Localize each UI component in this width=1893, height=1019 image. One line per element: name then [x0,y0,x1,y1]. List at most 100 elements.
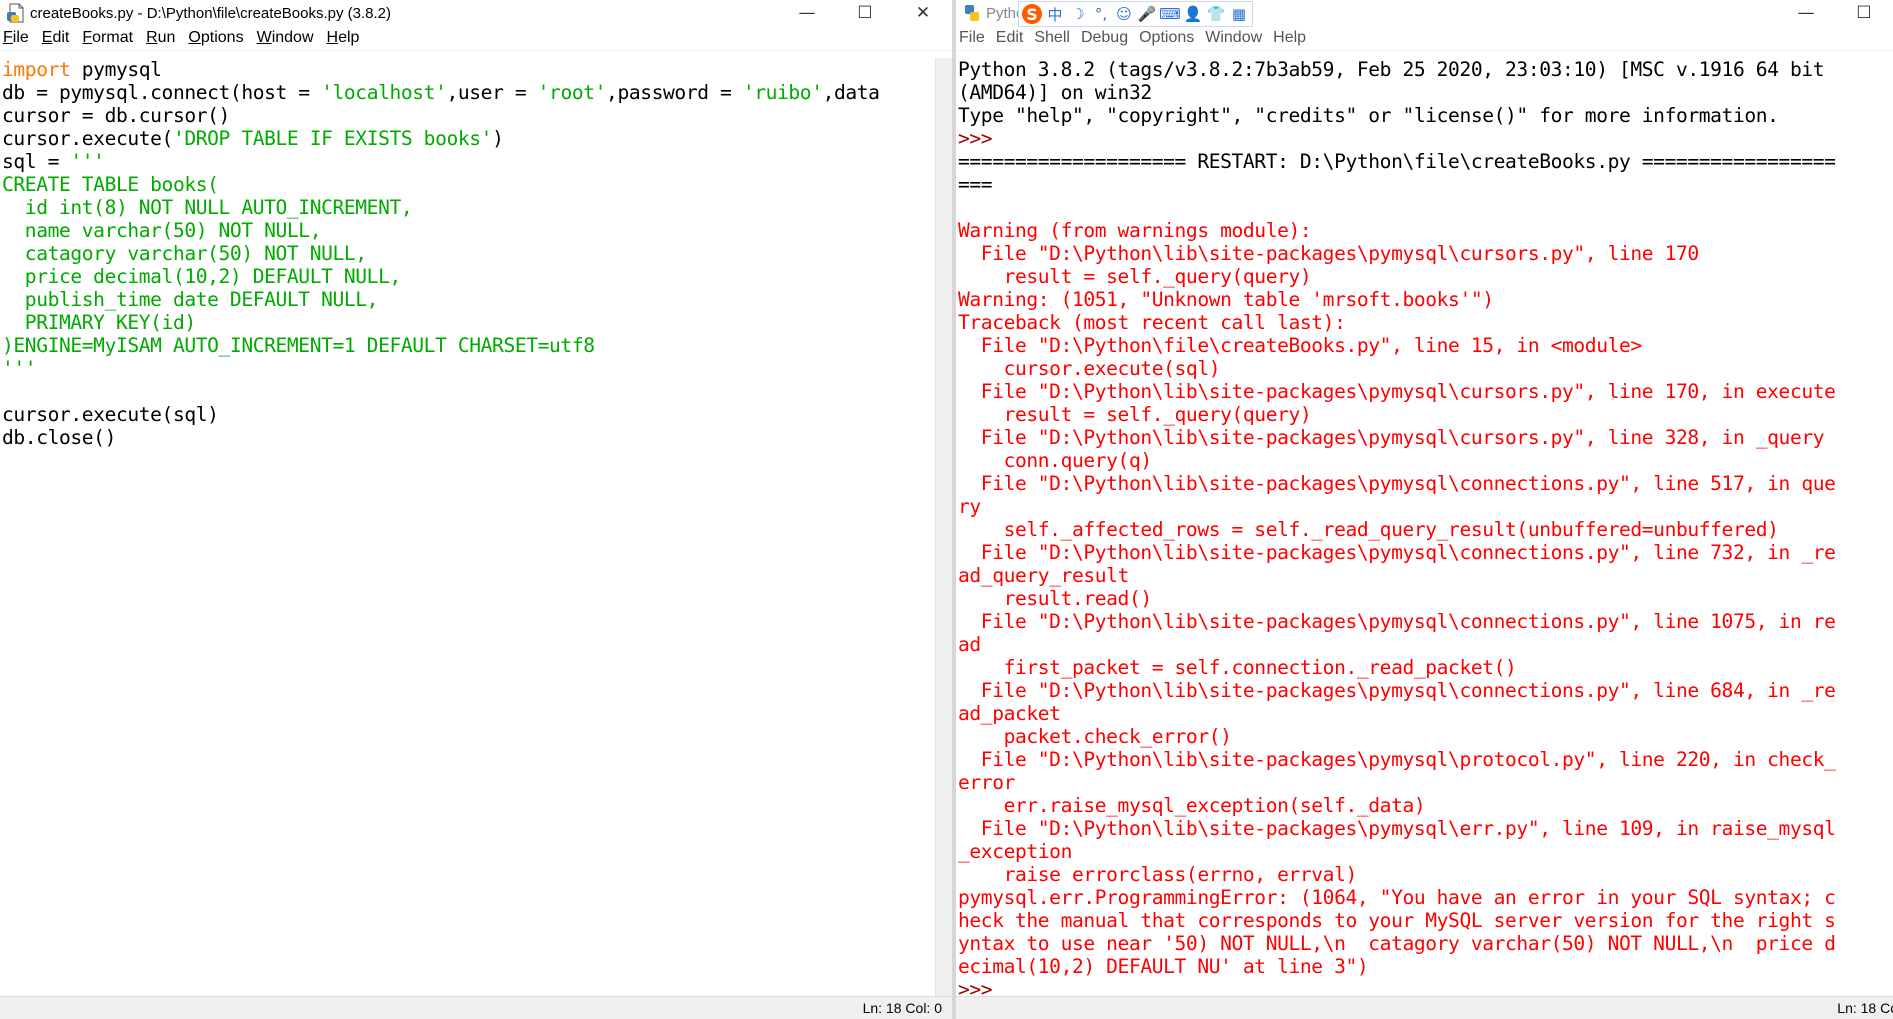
code-token: publish_time date DEFAULT NULL, [2,288,379,311]
shirt-icon[interactable]: 👕 [1206,4,1226,24]
moon-icon[interactable]: ☽ [1068,4,1088,24]
maximize-button[interactable]: ☐ [836,0,894,26]
minimize-button[interactable]: — [778,0,836,26]
code-token: ''' [2,357,37,380]
editor-menu-window[interactable]: Window [257,29,321,47]
editor-code-area[interactable]: import pymysql db = pymysql.connect(host … [0,58,936,997]
shell-menu-shell[interactable]: Shell [1034,29,1077,47]
shell-output-line: File "D:\Python\lib\site-packages\pymysq… [958,817,1836,840]
shell-prompt: >>> [958,978,1004,997]
shell-menu-bar: File Edit Shell Debug Options Window Help [956,26,1893,51]
shell-menu-file[interactable]: File [959,29,992,47]
shell-output-line: File "D:\Python\lib\site-packages\pymysq… [958,380,1836,403]
editor-menu-run[interactable]: Run [146,29,182,47]
code-token: ) [492,127,504,150]
shell-output-line: File "D:\Python\lib\site-packages\pymysq… [958,472,1836,495]
shell-maximize-button[interactable]: ☐ [1835,0,1893,26]
shell-output-line: File "D:\Python\lib\site-packages\pymysq… [958,426,1825,449]
sogou-logo-icon[interactable]: S [1022,4,1042,24]
code-token: import [2,58,71,81]
shell-output-line: Type "help", "copyright", "credits" or "… [958,104,1779,127]
shell-menu-help[interactable]: Help [1273,29,1313,47]
shell-output-line: ==================== RESTART: D:\Python\… [958,150,1836,173]
editor-menu-edit[interactable]: Edit [42,29,77,47]
editor-title-bar[interactable]: createBooks.py - D:\Python\file\createBo… [0,0,952,26]
code-line: )ENGINE=MyISAM AUTO_INCREMENT=1 DEFAULT … [2,334,936,357]
shell-minimize-button[interactable]: — [1777,0,1835,26]
shell-output-line: cursor.execute(sql) [958,357,1221,380]
punctuation-icon[interactable]: °, [1091,4,1111,24]
code-token: 'DROP TABLE IF EXISTS books' [172,127,493,150]
shell-output-area[interactable]: Python 3.8.2 (tags/v3.8.2:7b3ab59, Feb 2… [956,58,1893,997]
shell-output-line: (AMD64)] on win32 [958,81,1152,104]
shell-window: Pytho S 中 ☽ °, ☺ 🎤 ⌨ 👤 👕 ▦ — ☐ File Edit Shell Debug… [956,0,1893,1019]
shell-output-line: result = self._query(query) [958,265,1312,288]
editor-menu-options[interactable]: Options [188,29,250,47]
code-token: ''' [70,150,105,173]
shell-output-line: pymysql.err.ProgrammingError: (1064, "Yo… [958,886,1836,909]
editor-cursor-position: Ln: 18 Col: 0 [862,1000,942,1016]
shell-output-line: ad [958,633,981,656]
shell-title-bar[interactable]: Pytho S 中 ☽ °, ☺ 🎤 ⌨ 👤 👕 ▦ — ☐ [956,0,1893,27]
shell-menu-debug[interactable]: Debug [1081,29,1135,47]
shell-output-line: raise errorclass(errno, errval) [958,863,1358,886]
code-line: CREATE TABLE books( [2,173,936,196]
shell-output-line [958,196,1893,219]
code-line: catagory varchar(50) NOT NULL, [2,242,936,265]
ime-toolbar[interactable]: S 中 ☽ °, ☺ 🎤 ⌨ 👤 👕 ▦ [1018,1,1253,27]
code-token: ,data [822,81,880,104]
editor-menu-format[interactable]: Format [82,29,140,47]
shell-output-line: packet.check_error() [958,725,1232,748]
code-token: db = pymysql.connect(host = [2,81,322,104]
code-line: import pymysql [2,58,936,81]
emoji-icon[interactable]: ☺ [1114,4,1134,24]
shell-output-line: yntax to use near '50) NOT NULL,\n catag… [958,932,1836,955]
close-button[interactable]: ✕ [894,0,952,26]
shell-cursor-position: Ln: 18 Col: [1837,1000,1893,1016]
code-line: cursor.execute('DROP TABLE IF EXISTS boo… [2,127,936,150]
grid-icon[interactable]: ▦ [1229,4,1249,24]
code-line: PRIMARY KEY(id) [2,311,936,334]
code-line: name varchar(50) NOT NULL, [2,219,936,242]
editor-menu-file[interactable]: File [3,29,36,47]
code-line: db = pymysql.connect(host = 'localhost',… [2,81,936,104]
shell-prompt: >>> [958,127,1004,150]
code-line: price decimal(10,2) DEFAULT NULL, [2,265,936,288]
shell-output-line: err.raise_mysql_exception(self._data) [958,794,1426,817]
microphone-icon[interactable]: 🎤 [1137,4,1157,24]
code-token: ,user = [446,81,538,104]
code-token: cursor.execute(sql) [2,403,219,426]
keyboard-icon[interactable]: ⌨ [1159,4,1181,24]
chinese-mode-icon[interactable]: 中 [1045,4,1065,24]
code-line: db.close() [2,426,936,449]
shell-output-line: Warning: (1051, "Unknown table 'mrsoft.b… [958,288,1494,311]
shell-menu-edit[interactable]: Edit [996,29,1031,47]
shell-output-line: result.read() [958,587,1153,610]
code-token: catagory varchar(50) NOT NULL, [2,242,367,265]
shell-menu-window[interactable]: Window [1205,29,1269,47]
shell-output-line: result = self._query(query) [958,403,1312,426]
shell-output-line: self._affected_rows = self._read_query_r… [958,518,1779,541]
code-token: 'ruibo' [742,81,823,104]
shell-output-line: ecimal(10,2) DEFAULT NU' at line 3") [958,955,1369,978]
code-line: cursor = db.cursor() [2,104,936,127]
shell-status-bar: Ln: 18 Col: [956,996,1893,1019]
shell-menu-options[interactable]: Options [1139,29,1201,47]
editor-vertical-scrollbar[interactable] [935,58,952,997]
user-icon[interactable]: 👤 [1183,4,1203,24]
shell-output-line: Traceback (most recent call last): [958,311,1346,334]
shell-output-line: heck the manual that corresponds to your… [958,909,1836,932]
python-icon [965,5,979,21]
editor-status-bar: Ln: 18 Col: 0 [0,996,952,1019]
idle-file-icon [7,3,24,23]
code-token: 'root' [537,81,607,104]
shell-output-line: ad_packet [958,702,1061,725]
code-token: id int(8) NOT NULL AUTO_INCREMENT, [2,196,413,219]
shell-output-line: ry [958,495,981,518]
editor-menu-bar: File Edit Format Run Options Window Help [0,26,952,51]
code-token: )ENGINE=MyISAM AUTO_INCREMENT=1 DEFAULT … [2,334,595,357]
editor-menu-help[interactable]: Help [327,29,367,47]
code-token: cursor = db.cursor() [2,104,230,127]
shell-output-line: Warning (from warnings module): [958,219,1312,242]
shell-output-line: File "D:\Python\lib\site-packages\pymysq… [958,541,1836,564]
